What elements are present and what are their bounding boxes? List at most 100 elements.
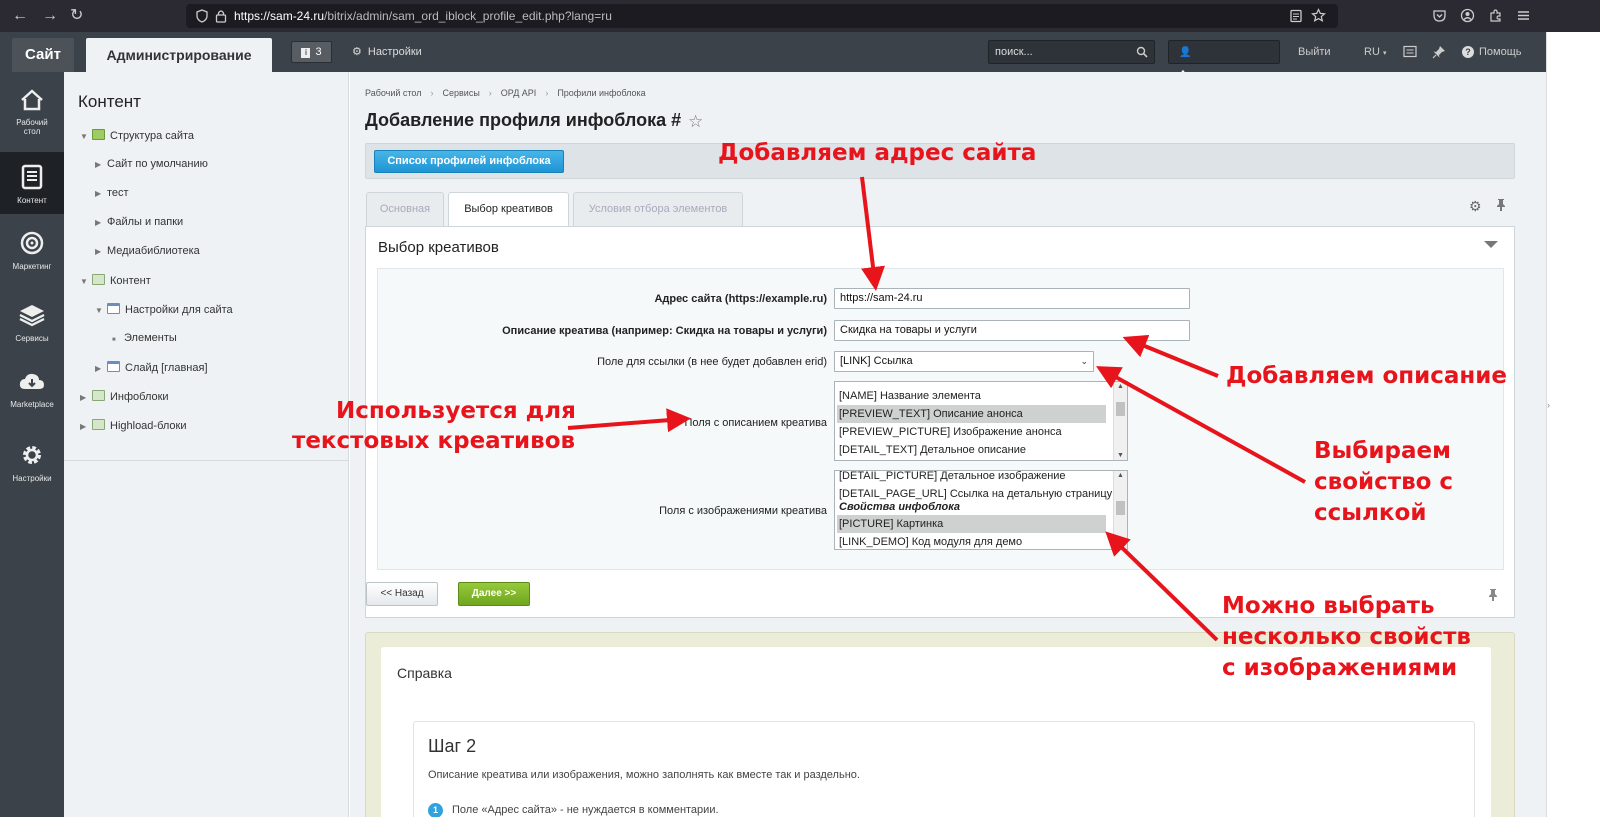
scrollbar-thumb[interactable]	[1116, 402, 1125, 416]
tab-administration[interactable]: Администрирование	[86, 38, 272, 72]
scrollbar-thumb[interactable]	[1116, 501, 1125, 515]
extensions-icon[interactable]	[1488, 8, 1503, 23]
scrollbar[interactable]: ▲ ▼	[1113, 471, 1127, 549]
keyboard-icon[interactable]	[1403, 45, 1417, 58]
address-bar[interactable]: https://sam-24.ru/bitrix/admin/sam_ord_i…	[186, 4, 1338, 28]
language-selector[interactable]: RU ▾	[1364, 46, 1386, 58]
pin-icon[interactable]	[1496, 198, 1506, 212]
chevron-right-icon[interactable]: ▶	[80, 422, 92, 431]
gear-icon: ⚙	[352, 46, 362, 58]
next-button[interactable]: Далее >>	[458, 582, 530, 606]
gear-icon	[23, 446, 41, 464]
chevron-right-icon[interactable]: ▶	[80, 393, 92, 402]
link-field-select[interactable]: [LINK] Ссылка ⌄	[834, 351, 1094, 372]
breadcrumb-item[interactable]: Сервисы	[443, 88, 480, 98]
notifications-button[interactable]: i3	[291, 41, 332, 63]
page-title: Добавление профиля инфоблока #	[365, 110, 682, 130]
image-fields-list[interactable]: [DETAIL_PICTURE] Детальное изображение […	[834, 470, 1128, 550]
tree-item-default-site[interactable]: ▶ Сайт по умолчанию	[95, 158, 208, 170]
info-icon: i	[301, 48, 311, 58]
nav-marketplace[interactable]: Marketplace	[0, 370, 64, 420]
language-label: RU	[1364, 46, 1380, 58]
list-option[interactable]: [NAME] Название элемента	[839, 387, 981, 405]
list-option-selected[interactable]: [PREVIEW_TEXT] Описание анонса	[837, 405, 1106, 423]
reload-icon[interactable]: ↻	[70, 6, 83, 26]
chevron-right-icon[interactable]: ▶	[95, 364, 107, 373]
iblock-icon	[107, 303, 120, 314]
nav-marketing[interactable]: Маркетинг	[0, 230, 64, 280]
reader-view-icon[interactable]	[1289, 9, 1303, 23]
target-icon	[20, 231, 44, 255]
tree-item-content[interactable]: ▼ Контент	[80, 274, 151, 287]
breadcrumb-item[interactable]: ОРД API	[501, 88, 537, 98]
tree-item-highload[interactable]: ▶ Highload-блоки	[80, 419, 187, 432]
tree-item-label: Контент	[110, 275, 151, 287]
help-link[interactable]: ? Помощь	[1462, 46, 1522, 58]
menu-icon[interactable]	[1516, 8, 1531, 23]
chevron-right-icon[interactable]: ▶	[95, 189, 107, 198]
chevron-right-icon[interactable]: ▶	[95, 218, 107, 227]
chevron-down-icon[interactable]: ▼	[80, 132, 92, 141]
settings-link[interactable]: ⚙ Настройки	[352, 45, 422, 58]
gear-icon[interactable]: ⚙	[1469, 198, 1482, 215]
list-option[interactable]: [PREVIEW_PICTURE] Изображение анонса	[839, 423, 1062, 441]
collapse-triangle-icon[interactable]	[1484, 241, 1498, 248]
shield-icon[interactable]	[195, 9, 209, 23]
logout-link[interactable]: Выйти	[1298, 46, 1331, 58]
nav-settings[interactable]: Настройки	[0, 442, 64, 492]
search-icon[interactable]	[1136, 46, 1148, 58]
pocket-icon[interactable]	[1432, 8, 1447, 23]
chevron-right-icon: ›	[488, 88, 492, 98]
tab-conditions[interactable]: Условия отбора элементов	[573, 192, 743, 226]
back-arrow-icon[interactable]: ←	[12, 6, 28, 26]
search-input[interactable]: поиск...	[988, 40, 1155, 64]
user-button[interactable]: 👤Администратор	[1168, 40, 1280, 81]
list-option[interactable]: [DETAIL_PICTURE] Детальное изображение	[839, 471, 1066, 485]
list-option[interactable]: [DETAIL_TEXT] Детальное описание	[839, 441, 1026, 459]
description-input[interactable]: Скидка на товары и услуги	[834, 320, 1190, 341]
sidebar-expand-icon[interactable]: ›	[1547, 400, 1550, 410]
tree-item-site-settings[interactable]: ▼ Настройки для сайта	[95, 303, 233, 316]
scrollbar[interactable]: ▲ ▼	[1113, 382, 1127, 460]
back-button[interactable]: << Назад	[366, 582, 438, 606]
profile-list-button[interactable]: Список профилей инфоблока	[374, 150, 564, 173]
list-option-selected[interactable]: [PICTURE] Картинка	[837, 515, 1106, 533]
tab-main[interactable]: Основная	[366, 192, 444, 226]
bookmark-star-icon[interactable]	[1311, 8, 1326, 23]
pin-icon[interactable]	[1488, 588, 1498, 602]
breadcrumb-item[interactable]: Рабочий стол	[365, 88, 422, 98]
tree-item-slide[interactable]: ▶ Слайд [главная]	[95, 361, 208, 374]
nav-desktop[interactable]: Рабочий стол	[0, 88, 64, 146]
chevron-down-icon[interactable]: ▼	[80, 277, 92, 286]
tree-item-elements[interactable]: ■ Элементы	[112, 332, 177, 344]
account-icon[interactable]	[1460, 8, 1475, 23]
breadcrumb-item[interactable]: Профили инфоблока	[557, 88, 645, 98]
scroll-down-icon[interactable]: ▼	[1117, 452, 1124, 459]
site-url-input[interactable]: https://sam-24.ru	[834, 288, 1190, 309]
scroll-up-icon[interactable]: ▲	[1117, 383, 1124, 390]
tree-item-iblocks[interactable]: ▶ Инфоблоки	[80, 390, 169, 403]
favorite-star-icon[interactable]: ☆	[688, 112, 703, 132]
pin-icon[interactable]	[1432, 45, 1446, 59]
chevron-right-icon[interactable]: ▶	[95, 247, 107, 256]
nav-settings-label: Настройки	[12, 474, 52, 483]
tree-item-site-structure[interactable]: ▼ Структура сайта	[80, 129, 194, 142]
tree-item-files[interactable]: ▶ Файлы и папки	[95, 216, 183, 228]
annotation-used-for-2: текстовых креативов	[292, 428, 576, 454]
tab-creatives[interactable]: Выбор креативов	[448, 192, 569, 227]
nav-content[interactable]: Контент	[0, 152, 64, 214]
chevron-down-icon[interactable]: ▼	[95, 306, 107, 315]
chevron-right-icon[interactable]: ▶	[95, 160, 107, 169]
breadcrumb: Рабочий стол › Сервисы › ОРД API › Профили инф…	[365, 88, 646, 98]
tab-site[interactable]: Сайт	[12, 38, 74, 72]
forward-arrow-icon[interactable]: →	[42, 6, 58, 26]
tree-item-media[interactable]: ▶ Медиабиблиотека	[95, 245, 200, 257]
nav-services[interactable]: Сервисы	[0, 302, 64, 352]
tree-item-test[interactable]: ▶ тест	[95, 187, 129, 199]
scroll-up-icon[interactable]: ▲	[1117, 472, 1124, 479]
scroll-down-icon[interactable]: ▼	[1117, 541, 1124, 548]
list-option[interactable]: [LINK_DEMO] Код модуля для демо	[839, 533, 1022, 549]
chevron-right-icon: ›	[545, 88, 549, 98]
description-fields-list[interactable]: [NAME] Название элемента [PREVIEW_TEXT] …	[834, 381, 1128, 461]
lock-icon[interactable]	[215, 9, 227, 23]
